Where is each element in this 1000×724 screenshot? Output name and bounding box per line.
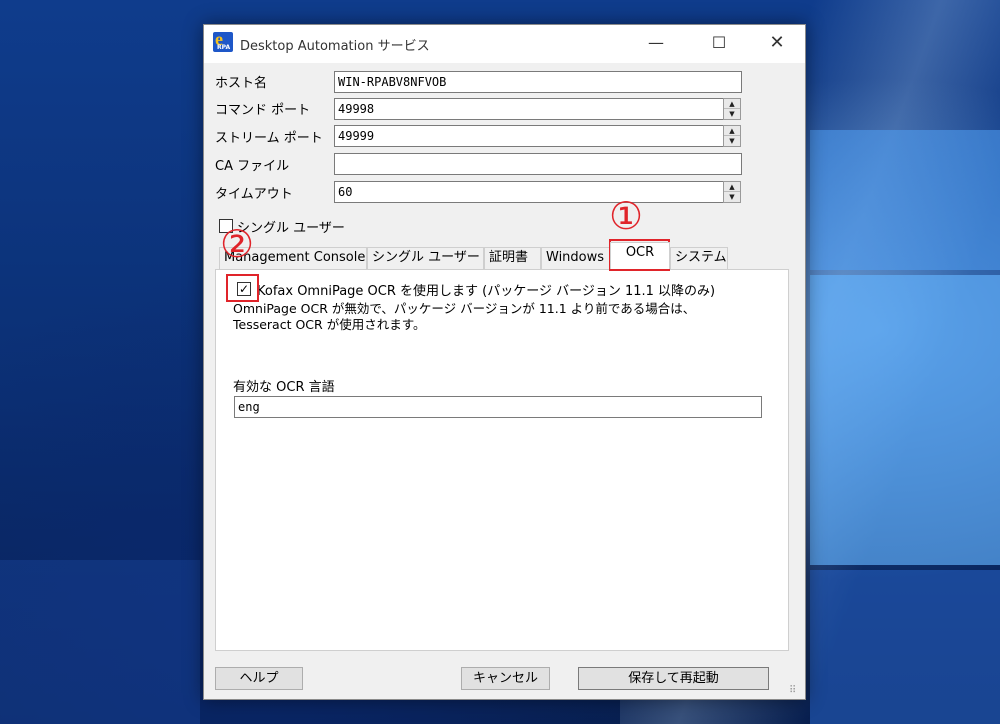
tab-single-user[interactable]: シングル ユーザー [367,247,484,269]
spin-up-icon[interactable]: ▲ [724,182,740,192]
annotation-box-checkbox [226,274,259,302]
ca-file-input[interactable] [334,153,742,175]
windows-logo-pane [810,275,1000,565]
title-bar[interactable]: e RPA Desktop Automation サービス — ☐ ✕ [204,25,805,63]
ocr-tab-panel: ✓ Kofax OmniPage OCR を使用します (パッケージ バージョン… [215,269,789,651]
ocr-languages-label: 有効な OCR 言語 [233,380,335,395]
tab-system[interactable]: システム [670,247,728,269]
app-icon-caption: RPA [217,44,231,51]
maximize-button[interactable]: ☐ [704,31,734,55]
tab-windows[interactable]: Windows [541,247,610,269]
host-name-input[interactable] [334,71,742,93]
window-title: Desktop Automation サービス [240,39,430,54]
ocr-languages-input[interactable] [234,396,762,418]
omnipage-ocr-label: Kofax OmniPage OCR を使用します (パッケージ バージョン 1… [257,284,716,299]
windows-logo-pane [810,130,1000,270]
ca-file-label: CA ファイル [215,159,290,174]
app-icon: e RPA [213,29,233,52]
command-port-label: コマンド ポート [215,103,311,118]
stream-port-spinner[interactable]: ▲ ▼ [723,125,741,147]
ocr-note-line2: Tesseract OCR が使用されます。 [233,317,426,332]
stream-port-input[interactable] [334,125,724,147]
stream-port-label: ストリーム ポート [215,131,323,146]
spin-up-icon[interactable]: ▲ [724,99,740,109]
tab-certificates[interactable]: 証明書 [484,247,541,269]
spin-up-icon[interactable]: ▲ [724,126,740,136]
tab-ocr[interactable]: OCR [610,242,670,269]
help-button[interactable]: ヘルプ [215,667,303,690]
annotation-marker-2: ② [220,222,255,266]
close-button[interactable]: ✕ [762,31,792,55]
save-and-restart-button[interactable]: 保存して再起動 [578,667,769,690]
desktop-automation-service-window: e RPA Desktop Automation サービス — ☐ ✕ ホスト名… [203,24,806,700]
minimize-button[interactable]: — [641,31,671,55]
windows-logo-pane [810,570,1000,724]
spin-down-icon[interactable]: ▼ [724,192,740,202]
spin-down-icon[interactable]: ▼ [724,109,740,119]
command-port-input[interactable] [334,98,724,120]
cancel-button[interactable]: キャンセル [461,667,550,690]
annotation-marker-1: ① [609,194,644,238]
command-port-spinner[interactable]: ▲ ▼ [723,98,741,120]
spin-down-icon[interactable]: ▼ [724,136,740,146]
host-name-label: ホスト名 [215,76,268,91]
timeout-spinner[interactable]: ▲ ▼ [723,181,741,203]
resize-grip-icon[interactable]: ⠿ [789,685,796,696]
timeout-input[interactable] [334,181,724,203]
timeout-label: タイムアウト [215,187,293,202]
windows-logo-pane [0,560,200,724]
